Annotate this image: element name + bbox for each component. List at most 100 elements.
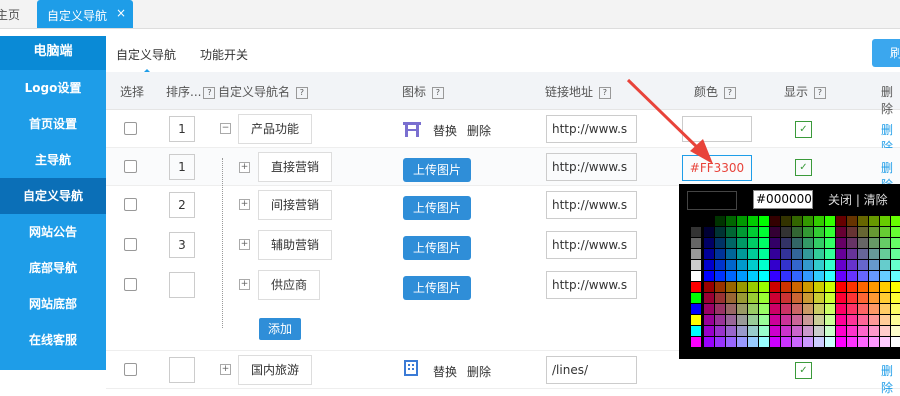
color-swatch[interactable] (814, 337, 824, 347)
color-swatch[interactable] (858, 260, 868, 270)
refresh-button[interactable]: 刷 (872, 39, 900, 67)
color-swatch[interactable] (869, 238, 879, 248)
upload-image-button[interactable]: 上传图片 (403, 276, 471, 300)
color-swatch[interactable] (715, 282, 725, 292)
color-swatch[interactable] (781, 337, 791, 347)
color-swatch[interactable] (715, 260, 725, 270)
color-swatch[interactable] (836, 238, 846, 248)
color-swatch[interactable] (726, 326, 736, 336)
color-swatch[interactable] (781, 227, 791, 237)
color-swatch[interactable] (880, 249, 890, 259)
color-swatch[interactable] (836, 337, 846, 347)
help-icon[interactable]: ? (295, 87, 308, 99)
color-swatch[interactable] (770, 260, 780, 270)
color-swatch[interactable] (781, 282, 791, 292)
color-swatch[interactable] (748, 282, 758, 292)
color-input-active[interactable]: #FF3300 (682, 155, 752, 181)
color-swatch[interactable] (814, 260, 824, 270)
color-swatch[interactable] (781, 293, 791, 303)
color-swatch[interactable] (737, 304, 747, 314)
color-swatch[interactable] (847, 315, 857, 325)
color-swatch[interactable] (836, 216, 846, 226)
color-swatch[interactable] (803, 271, 813, 281)
tab-feature-switch[interactable]: 功能开关 (200, 46, 248, 63)
color-swatch[interactable] (792, 337, 802, 347)
color-swatch[interactable] (759, 249, 769, 259)
color-swatch[interactable] (737, 337, 747, 347)
color-swatch[interactable] (825, 227, 835, 237)
color-swatch[interactable] (759, 260, 769, 270)
color-swatch[interactable] (803, 216, 813, 226)
color-swatch[interactable] (737, 227, 747, 237)
color-swatch[interactable] (825, 293, 835, 303)
row-checkbox[interactable] (124, 198, 137, 211)
color-swatch[interactable] (803, 304, 813, 314)
color-swatch[interactable] (715, 326, 725, 336)
color-swatch[interactable] (891, 282, 900, 292)
link-input[interactable]: http://www.s (546, 153, 637, 181)
color-swatch[interactable] (792, 249, 802, 259)
color-swatch[interactable] (748, 238, 758, 248)
sort-input[interactable]: 2 (169, 192, 195, 218)
tab-custom-nav-sub[interactable]: 自定义导航 (110, 46, 183, 74)
color-swatch[interactable] (836, 326, 846, 336)
color-swatch[interactable] (726, 227, 736, 237)
color-swatch[interactable] (814, 216, 824, 226)
color-swatch[interactable] (847, 304, 857, 314)
color-swatch[interactable] (691, 337, 701, 347)
color-swatch[interactable] (869, 271, 879, 281)
color-swatch[interactable] (891, 249, 900, 259)
link-input[interactable]: http://www.s (546, 271, 637, 299)
color-swatch[interactable] (880, 315, 890, 325)
help-icon[interactable]: ? (598, 87, 611, 99)
delete-link[interactable]: 删除 (881, 362, 900, 396)
color-swatch[interactable] (891, 216, 900, 226)
color-swatch[interactable] (759, 238, 769, 248)
color-swatch[interactable] (737, 315, 747, 325)
color-swatch[interactable] (781, 260, 791, 270)
sidebar-item-online-service[interactable]: 在线客服 (0, 322, 106, 358)
sort-input[interactable] (169, 272, 195, 298)
upload-image-button[interactable]: 上传图片 (403, 236, 471, 260)
color-swatch[interactable] (691, 271, 701, 281)
collapse-icon[interactable]: − (220, 123, 231, 134)
color-swatch[interactable] (814, 293, 824, 303)
color-swatch[interactable] (869, 282, 879, 292)
color-swatch[interactable] (726, 238, 736, 248)
color-swatch[interactable] (737, 326, 747, 336)
color-swatch[interactable] (726, 293, 736, 303)
color-swatch[interactable] (748, 304, 758, 314)
color-swatch[interactable] (770, 271, 780, 281)
color-swatch[interactable] (704, 260, 714, 270)
expand-icon[interactable]: + (239, 279, 250, 290)
color-swatch[interactable] (858, 271, 868, 281)
color-swatch[interactable] (715, 293, 725, 303)
nav-name-field[interactable]: 产品功能 (238, 114, 313, 144)
color-swatch[interactable] (704, 216, 714, 226)
color-swatch[interactable] (770, 337, 780, 347)
color-swatch[interactable] (748, 260, 758, 270)
color-swatch[interactable] (836, 315, 846, 325)
color-swatch[interactable] (726, 216, 736, 226)
sidebar-item-notice[interactable]: 网站公告 (0, 214, 106, 250)
help-icon[interactable]: ? (203, 87, 216, 99)
color-swatch[interactable] (726, 337, 736, 347)
color-swatch[interactable] (891, 260, 900, 270)
color-swatch[interactable] (825, 216, 835, 226)
replace-link[interactable]: 替换 (433, 363, 457, 380)
color-swatch[interactable] (704, 315, 714, 325)
color-swatch[interactable] (715, 271, 725, 281)
color-input[interactable] (682, 116, 752, 142)
color-swatch[interactable] (737, 282, 747, 292)
color-swatch[interactable] (858, 326, 868, 336)
color-swatch[interactable] (759, 326, 769, 336)
color-swatch[interactable] (803, 282, 813, 292)
row-checkbox[interactable] (124, 160, 137, 173)
color-swatch[interactable] (858, 227, 868, 237)
color-swatch[interactable] (792, 326, 802, 336)
help-icon[interactable]: ? (813, 87, 826, 99)
nav-name-field[interactable]: 供应商 (258, 270, 321, 300)
color-swatch[interactable] (792, 282, 802, 292)
nav-name-field[interactable]: 直接营销 (258, 152, 333, 182)
color-swatch[interactable] (869, 326, 879, 336)
